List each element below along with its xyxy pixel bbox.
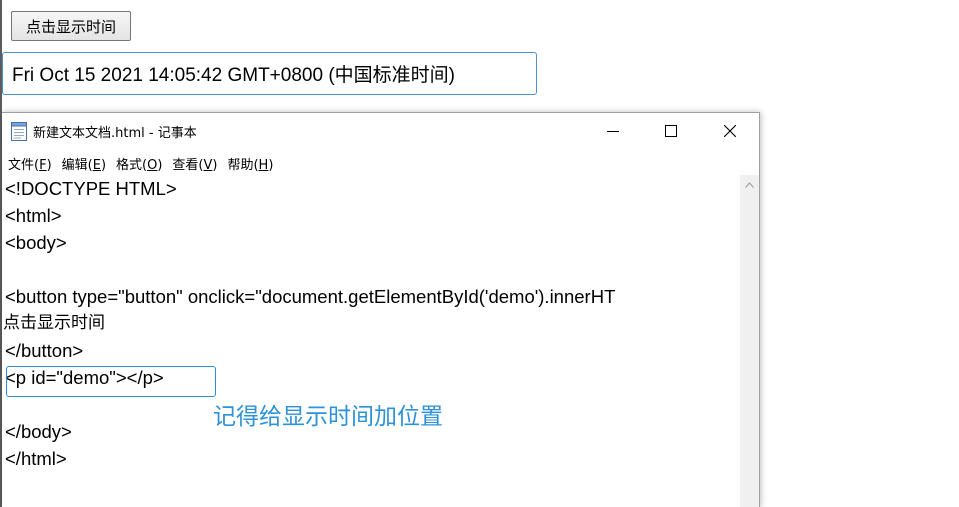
code-line: <button type="button" onclick="document.… bbox=[5, 286, 616, 307]
notepad-window: 新建文本文档.html - 记事本 文件(F) 编辑(E) 格式(O) 查看(V… bbox=[2, 112, 760, 507]
vertical-scrollbar[interactable] bbox=[740, 175, 759, 507]
scroll-up-arrow-icon bbox=[745, 181, 754, 188]
highlight-box bbox=[6, 366, 216, 397]
menu-view[interactable]: 查看(V) bbox=[171, 154, 218, 173]
show-time-button[interactable]: 点击显示时间 bbox=[11, 11, 131, 41]
text-editor[interactable]: <!DOCTYPE HTML> <html> <body> <button ty… bbox=[2, 175, 740, 507]
code-line: <body> bbox=[5, 232, 67, 253]
close-button[interactable] bbox=[701, 113, 759, 149]
code-line: <html> bbox=[5, 205, 62, 226]
menu-bar: 文件(F) 编辑(E) 格式(O) 查看(V) 帮助(H) bbox=[2, 151, 759, 175]
close-icon bbox=[724, 125, 736, 137]
scroll-up-button[interactable] bbox=[740, 175, 759, 194]
code-line: </button> bbox=[5, 340, 84, 361]
window-title: 新建文本文档.html - 记事本 bbox=[33, 126, 197, 141]
code-line: 点击显示时间 bbox=[3, 313, 105, 333]
menu-help[interactable]: 帮助(H) bbox=[226, 154, 274, 173]
annotation-note: 记得给显示时间加位置 bbox=[213, 404, 443, 430]
code-line: </body> bbox=[5, 421, 72, 442]
maximize-icon bbox=[665, 125, 677, 137]
notepad-icon bbox=[11, 122, 27, 141]
minimize-button[interactable] bbox=[584, 113, 642, 149]
menu-file[interactable]: 文件(F) bbox=[7, 154, 53, 173]
maximize-button[interactable] bbox=[642, 113, 700, 149]
minimize-icon bbox=[607, 131, 619, 132]
menu-format[interactable]: 格式(O) bbox=[115, 154, 163, 173]
code-line: <!DOCTYPE HTML> bbox=[5, 178, 177, 199]
time-text: Fri Oct 15 2021 14:05:42 GMT+0800 (中国标准时… bbox=[12, 65, 455, 86]
menu-edit[interactable]: 编辑(E) bbox=[61, 154, 107, 173]
title-bar[interactable]: 新建文本文档.html - 记事本 bbox=[2, 113, 759, 149]
code-line: </html> bbox=[5, 448, 67, 469]
time-display: Fri Oct 15 2021 14:05:42 GMT+0800 (中国标准时… bbox=[2, 52, 537, 95]
